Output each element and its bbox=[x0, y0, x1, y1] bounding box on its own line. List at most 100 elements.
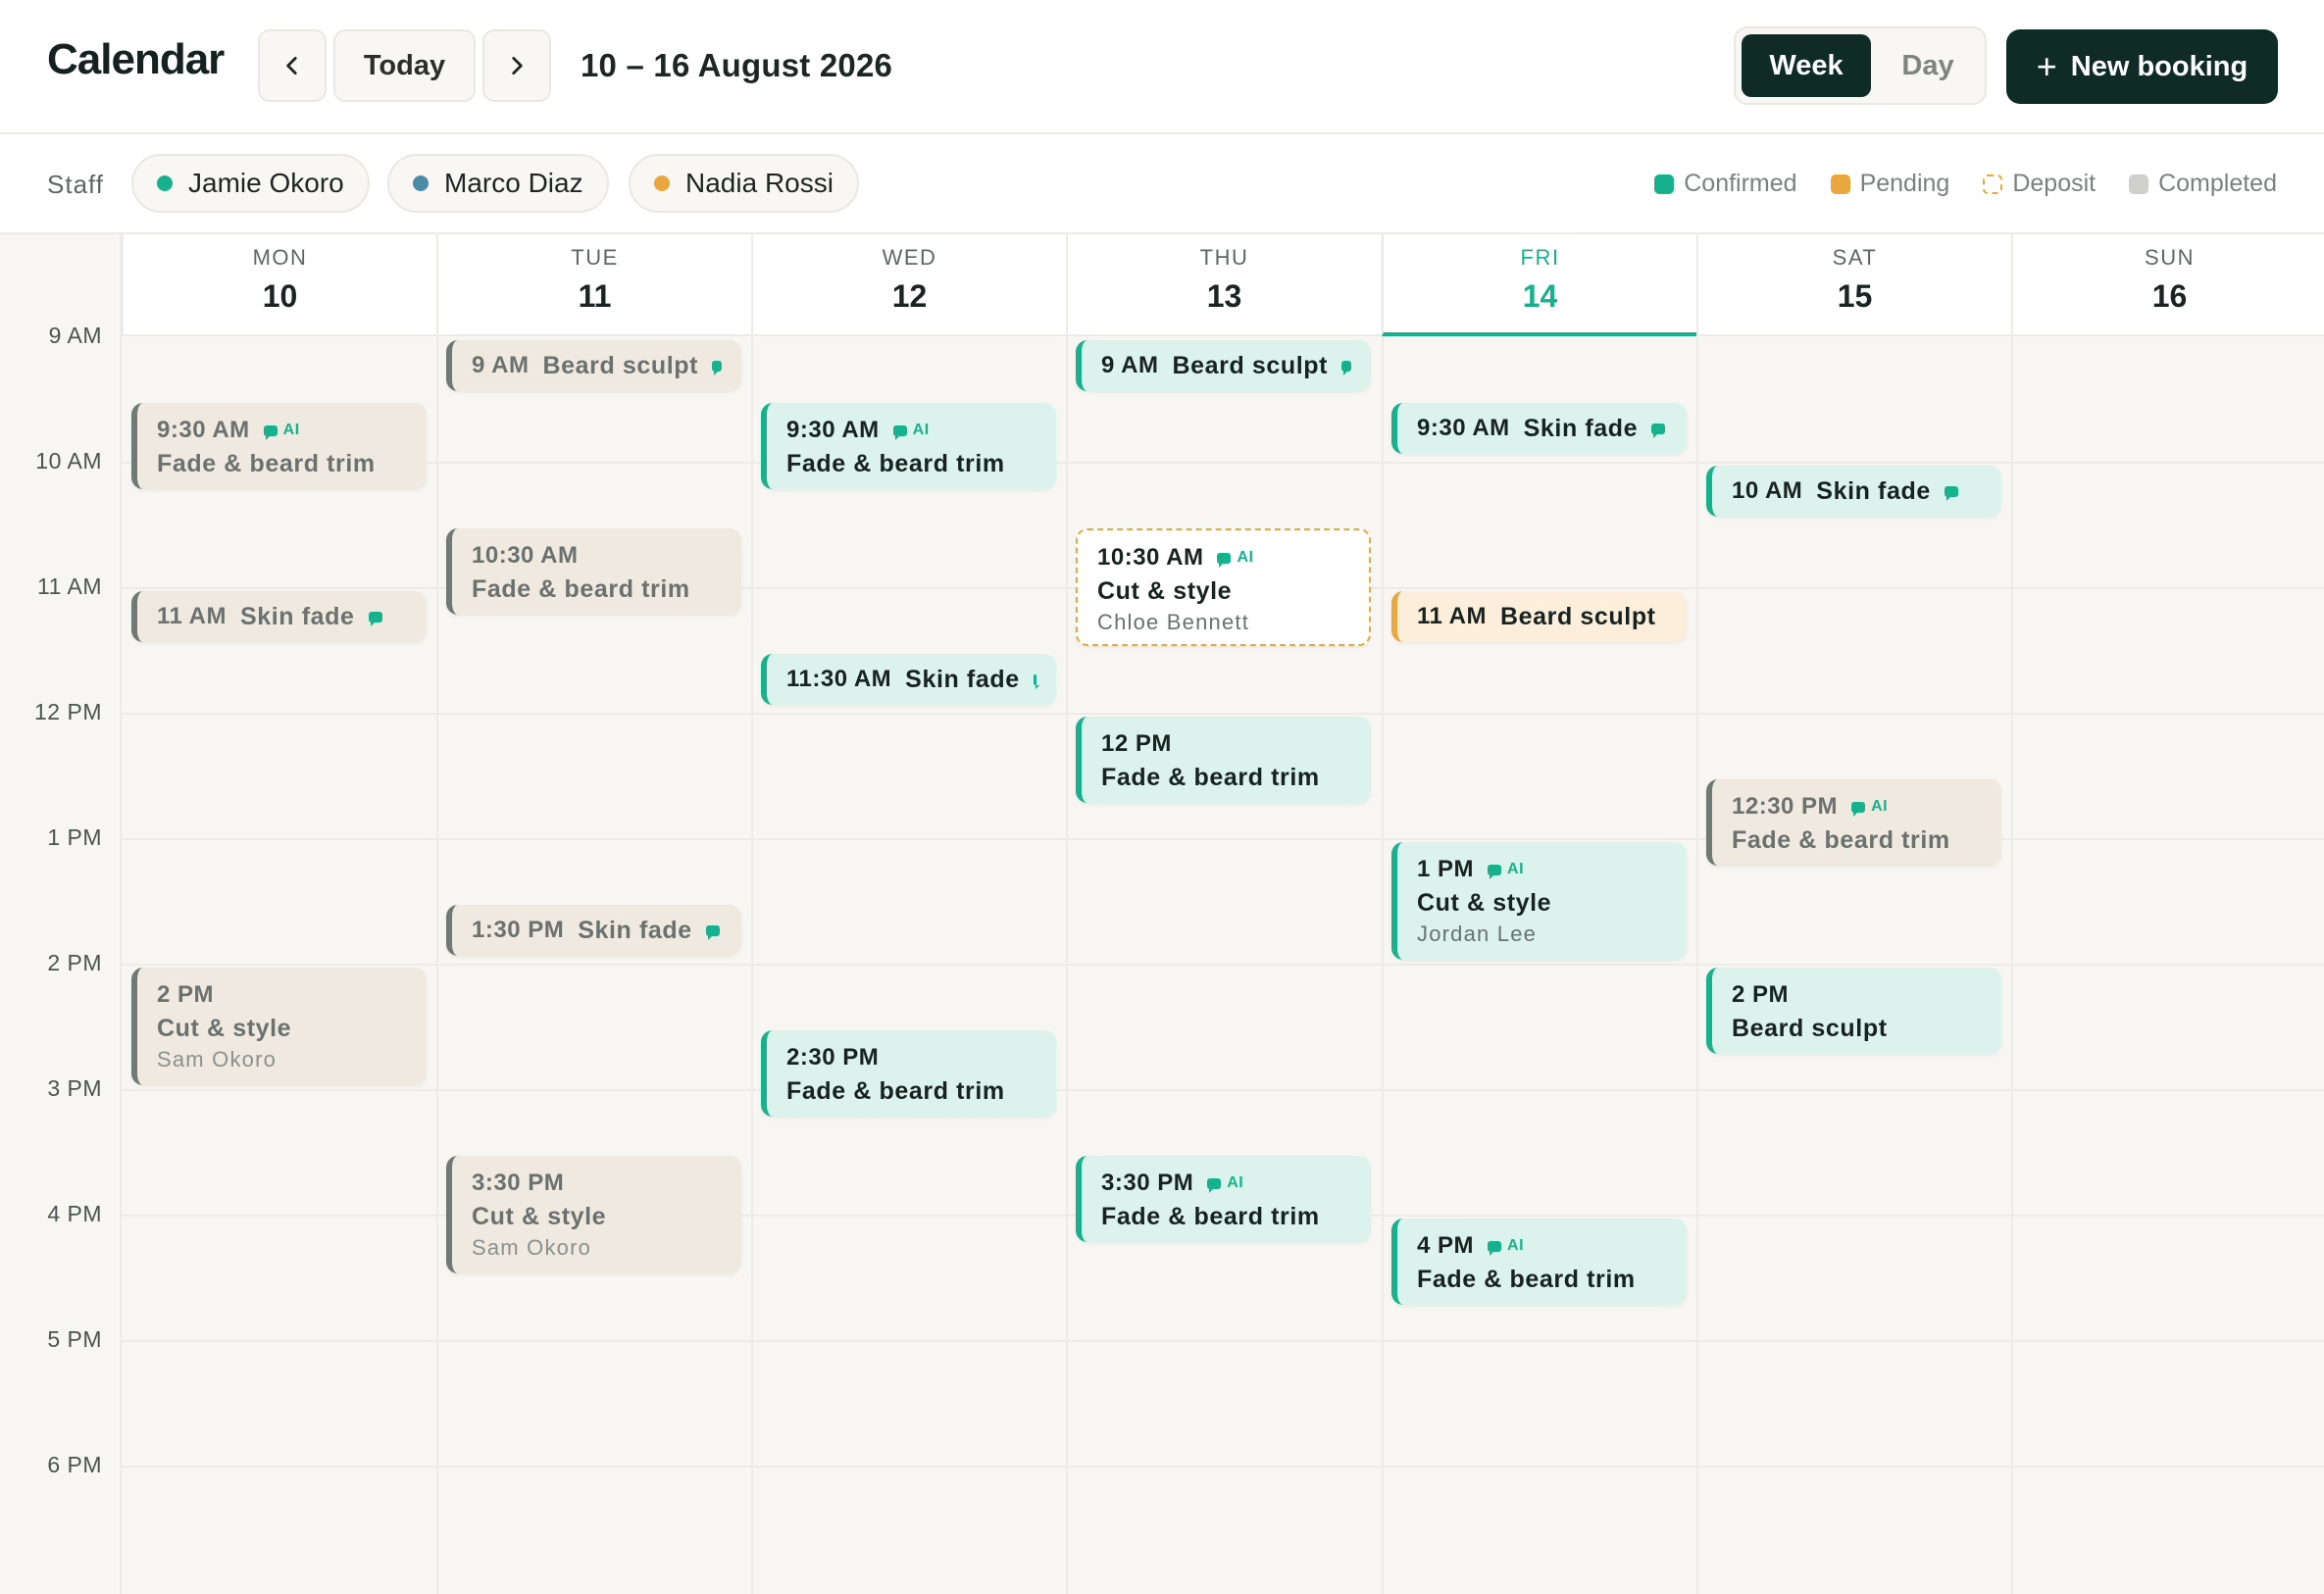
week-view-button[interactable]: Week bbox=[1742, 34, 1871, 97]
day-view-button[interactable]: Day bbox=[1873, 34, 1983, 97]
day-number: 16 bbox=[2151, 278, 2188, 314]
message-icon bbox=[705, 924, 720, 940]
booking-service: Skin fade bbox=[578, 916, 692, 944]
view-toggle: Week Day bbox=[1734, 26, 1987, 105]
day-header-sat[interactable]: SAT 15 bbox=[1696, 234, 2011, 336]
booking-time-row: 12 PM bbox=[1101, 730, 1351, 758]
day-number: 12 bbox=[891, 278, 928, 314]
ai-label: AI bbox=[1507, 861, 1525, 877]
booking-card[interactable]: 12:30 PM AI Fade & beard trim bbox=[1706, 779, 2001, 866]
day-header-mon[interactable]: MON 10 bbox=[122, 234, 436, 336]
booking-service-row: Cut & style bbox=[157, 1015, 407, 1043]
legend-deposit: Deposit bbox=[1983, 170, 2096, 198]
day-column-divider bbox=[436, 336, 438, 1594]
time-gutter: 9 AM 10 AM 11 AM 12 PM 1 PM 2 PM 3 PM 4 PM 5 PM 6… bbox=[0, 234, 122, 1594]
day-header-fri[interactable]: FRI 14 bbox=[1382, 234, 1696, 336]
day-of-week: THU bbox=[1199, 245, 1249, 270]
staff-chip-jamie-okoro[interactable]: Jamie Okoro bbox=[131, 154, 370, 213]
booking-row: 11 AM Beard sculpt bbox=[1417, 591, 1667, 642]
booking-service-row: Cut & style bbox=[472, 1203, 722, 1231]
booking-card[interactable]: 9 AM Beard sculpt bbox=[446, 340, 741, 391]
today-button[interactable]: Today bbox=[333, 29, 476, 102]
next-week-button[interactable] bbox=[482, 29, 551, 102]
booking-time-row: 4 PM AI bbox=[1417, 1232, 1667, 1260]
day-header-thu[interactable]: THU 13 bbox=[1066, 234, 1381, 336]
booking-card[interactable]: 9:30 AM AI Fade & beard trim bbox=[131, 403, 427, 489]
day-number: 14 bbox=[1522, 278, 1558, 314]
message-icon bbox=[1651, 423, 1666, 438]
booking-card[interactable]: 4 PM AI Fade & beard trim bbox=[1391, 1219, 1687, 1305]
booking-row: 11:30 AM Skin fade bbox=[786, 654, 1040, 705]
booking-card[interactable]: 11 AM Skin fade bbox=[131, 591, 427, 642]
booking-service: Beard sculpt bbox=[542, 351, 699, 379]
booking-card[interactable]: 10 AM Skin fade bbox=[1706, 466, 2001, 517]
ai-badge: AI bbox=[892, 422, 930, 440]
ai-label: AI bbox=[1227, 1174, 1244, 1191]
ai-badge: AI bbox=[1488, 1237, 1524, 1256]
chevron-left-icon bbox=[286, 57, 297, 75]
booking-card[interactable]: 2 PM Cut & style Sam Okoro bbox=[131, 968, 427, 1085]
booking-time: 9 AM bbox=[472, 352, 530, 378]
booking-card[interactable]: 1:30 PM Skin fade bbox=[446, 905, 741, 956]
booking-time-row: 2 PM bbox=[157, 981, 407, 1009]
booking-card[interactable]: 12 PM Fade & beard trim bbox=[1076, 717, 1371, 803]
booking-row: 9 AM Beard sculpt bbox=[472, 340, 722, 391]
booking-card[interactable]: 11 AM Beard sculpt bbox=[1391, 591, 1687, 642]
booking-card[interactable]: 9:30 AM AI Fade & beard trim bbox=[761, 403, 1056, 489]
booking-card[interactable]: 10:30 AM Fade & beard trim bbox=[446, 528, 741, 615]
booking-time: 12 PM bbox=[1101, 730, 1172, 757]
hour-label: 4 PM bbox=[47, 1201, 102, 1226]
booking-time: 11 AM bbox=[157, 603, 227, 629]
staff-label: Staff bbox=[47, 170, 105, 199]
day-column-divider bbox=[1066, 336, 1068, 1594]
new-booking-button[interactable]: + New booking bbox=[2006, 29, 2278, 104]
booking-time-row: 1 PM AI bbox=[1417, 856, 1667, 883]
day-header-sun[interactable]: SUN 16 bbox=[2011, 234, 2324, 336]
booking-card[interactable]: 2 PM Beard sculpt bbox=[1706, 968, 2001, 1054]
booking-service: Skin fade bbox=[1523, 414, 1639, 442]
staff-chip-nadia-rossi[interactable]: Nadia Rossi bbox=[629, 154, 859, 213]
booking-service-row: Fade & beard trim bbox=[1101, 764, 1351, 792]
booking-time-row: 10:30 AM bbox=[472, 542, 722, 570]
day-header-wed[interactable]: WED 12 bbox=[751, 234, 1066, 336]
booking-card[interactable]: 9:30 AM Skin fade bbox=[1391, 403, 1687, 454]
booking-service-row: Fade & beard trim bbox=[1732, 826, 1982, 855]
booking-client: Sam Okoro bbox=[157, 1047, 278, 1071]
message-icon bbox=[1341, 360, 1351, 375]
hour-label: 1 PM bbox=[47, 824, 102, 850]
ai-label: AI bbox=[1871, 798, 1889, 815]
staff-name: Nadia Rossi bbox=[685, 168, 834, 198]
staff-chip-marco-diaz[interactable]: Marco Diaz bbox=[387, 154, 609, 213]
day-number: 11 bbox=[578, 278, 612, 314]
booking-time: 2 PM bbox=[157, 981, 215, 1008]
message-icon bbox=[712, 360, 722, 375]
booking-card[interactable]: 11:30 AM Skin fade bbox=[761, 654, 1056, 705]
booking-service: Skin fade bbox=[1816, 476, 1931, 505]
hour-label: 2 PM bbox=[47, 950, 102, 975]
day-of-week: FRI bbox=[1520, 245, 1560, 270]
booking-client: Sam Okoro bbox=[472, 1235, 592, 1260]
booking-service: Fade & beard trim bbox=[786, 450, 1005, 477]
hour-gridline bbox=[122, 964, 2324, 966]
hour-label: 3 PM bbox=[47, 1075, 102, 1101]
booking-time-row: 12:30 PM AI bbox=[1732, 793, 1982, 821]
ai-badge: AI bbox=[1488, 861, 1525, 879]
booking-card[interactable]: 3:30 PM AI Fade & beard trim bbox=[1076, 1156, 1371, 1242]
booking-card[interactable]: 1 PM AI Cut & style Jordan Lee bbox=[1391, 842, 1687, 960]
booking-time: 9:30 AM bbox=[786, 417, 880, 443]
day-column-divider bbox=[1382, 336, 1384, 1594]
booking-card[interactable]: 2:30 PM Fade & beard trim bbox=[761, 1030, 1056, 1117]
staff-filter-bar: Staff Jamie Okoro Marco Diaz Nadia Rossi… bbox=[0, 136, 2324, 234]
booking-card[interactable]: 10:30 AM AI Cut & style Chloe Bennett bbox=[1076, 528, 1371, 646]
hour-label: 9 AM bbox=[48, 323, 102, 348]
booking-time: 2:30 PM bbox=[786, 1044, 880, 1071]
booking-time: 3:30 PM bbox=[1101, 1170, 1194, 1196]
booking-card[interactable]: 3:30 PM Cut & style Sam Okoro bbox=[446, 1156, 741, 1273]
day-header-tue[interactable]: TUE 11 bbox=[436, 234, 751, 336]
previous-week-button[interactable] bbox=[258, 29, 327, 102]
chevron-right-icon bbox=[512, 57, 523, 75]
hour-gridline bbox=[122, 1089, 2324, 1091]
booking-time: 9 AM bbox=[1101, 352, 1159, 378]
booking-card[interactable]: 9 AM Beard sculpt bbox=[1076, 340, 1371, 391]
day-number: 10 bbox=[262, 278, 298, 314]
